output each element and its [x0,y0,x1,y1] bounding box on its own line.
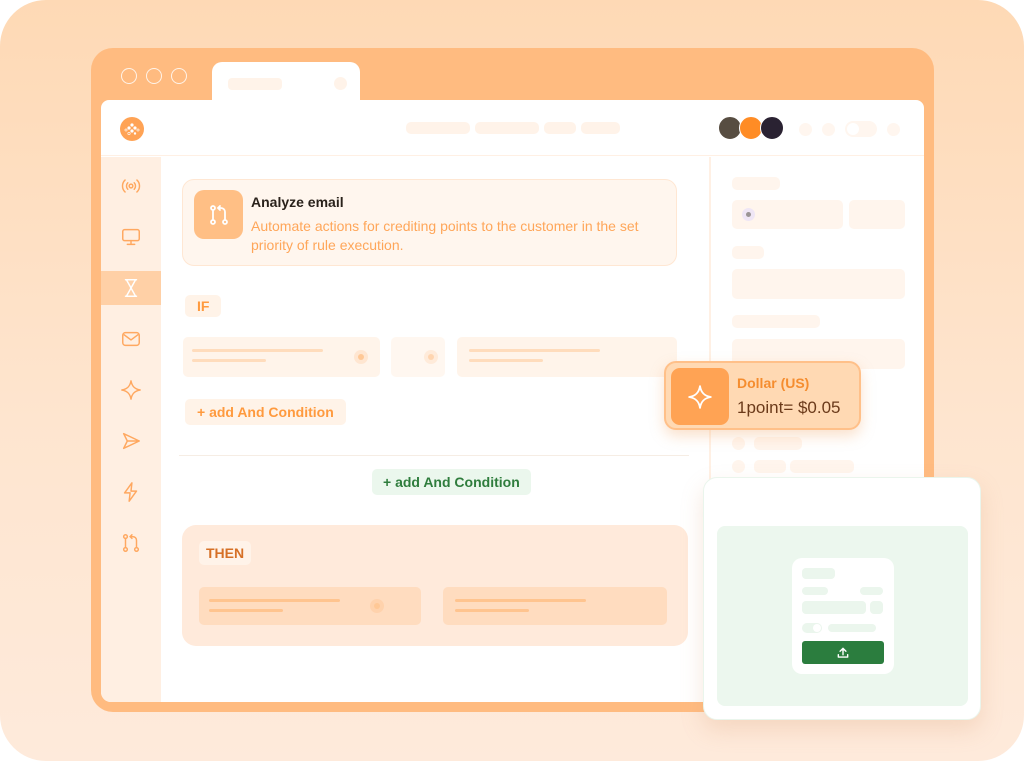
radio-icon [424,350,438,364]
broadcast-icon [121,179,141,193]
help-icon[interactable] [822,122,835,136]
upload-icon [837,647,849,658]
window-control-maximize[interactable] [171,68,187,84]
nav-menu [406,122,620,134]
panel-label [732,177,780,190]
send-icon [122,432,140,450]
rule-icon [194,190,243,239]
notification-icon[interactable] [799,122,812,136]
placeholder-line [802,568,835,579]
action-select[interactable] [199,587,421,625]
status-dot-icon [742,208,755,221]
upload-preview-card [703,477,981,720]
sidebar-item-automation[interactable] [101,475,161,509]
panel-select[interactable] [732,200,843,229]
condition-operator-select[interactable] [391,337,445,377]
panel-label [790,460,854,473]
sidebar-item-branch[interactable] [101,526,161,560]
placeholder-line [469,359,543,362]
upload-button[interactable] [802,641,884,664]
placeholder-input [802,601,866,614]
currency-icon [671,368,729,425]
radio-icon [354,350,368,364]
panel-input[interactable] [849,200,905,229]
then-label: THEN [199,541,252,565]
action-value-input[interactable] [443,587,667,625]
placeholder-line [192,349,323,352]
rule-card[interactable]: Analyze email Automate actions for credi… [182,179,677,266]
toggle-switch[interactable] [802,623,822,633]
rule-description: Automate actions for crediting points to… [251,218,639,253]
nav-item[interactable] [475,122,539,134]
placeholder-line [192,359,266,362]
if-label: IF [185,295,222,317]
browser-tab[interactable] [212,62,360,102]
header-actions [799,121,900,137]
add-and-condition-button[interactable]: + add And Condition [185,399,346,425]
placeholder-line [802,587,828,595]
theme-toggle[interactable] [845,121,877,137]
panel-label [754,437,802,450]
sidebar-item-sparkle[interactable] [101,373,161,407]
panel-label [732,246,764,259]
hourglass-icon [124,279,138,297]
settings-icon[interactable] [887,122,900,136]
git-branch-icon [122,534,140,552]
tab-title-placeholder [228,78,282,90]
sidebar [101,157,161,702]
upload-preview-area [717,526,968,706]
window-controls [121,68,187,84]
placeholder-line [828,624,876,632]
currency-card[interactable]: Dollar (US) 1point= $0.05 [664,361,861,430]
git-branch-icon [209,204,228,225]
tab-close-icon[interactable] [334,77,347,90]
sidebar-item-send[interactable] [101,424,161,458]
sidebar-item-monitor[interactable] [101,220,161,254]
placeholder-input [870,601,883,614]
placeholder-line [209,599,340,602]
mail-icon [122,331,140,347]
sidebar-item-mail[interactable] [101,322,161,356]
mini-form [792,558,894,674]
condition-field-select[interactable] [183,337,380,377]
radio-icon [370,599,384,613]
monitor-icon [122,228,140,246]
panel-label [754,460,786,473]
add-condition-group-button[interactable]: + add And Condition [372,469,531,495]
panel-input[interactable] [732,269,905,299]
avatar-group [718,116,784,140]
window-control-close[interactable] [121,68,137,84]
currency-name: Dollar (US) [737,375,810,391]
nav-item[interactable] [406,122,470,134]
nav-item[interactable] [581,122,620,134]
rule-editor: Analyze email Automate actions for credi… [161,157,709,702]
placeholder-line [455,609,529,612]
sparkle-icon [121,380,141,400]
panel-label [732,315,820,328]
checkbox[interactable] [732,460,745,473]
app-logo-icon[interactable] [120,117,144,141]
sidebar-item-broadcast[interactable] [101,169,161,203]
avatar[interactable] [760,116,784,140]
placeholder-line [455,599,586,602]
then-section: THEN [182,525,688,646]
lightning-icon [123,482,138,502]
rule-title: Analyze email [251,194,344,210]
divider [179,455,689,456]
sparkle-icon [688,384,712,409]
placeholder-line [469,349,600,352]
condition-value-input[interactable] [457,337,677,377]
placeholder-line [860,587,883,595]
sidebar-item-hourglass[interactable] [101,271,161,305]
conversion-rate: 1point= $0.05 [737,398,841,417]
nav-item[interactable] [544,122,576,134]
window-control-minimize[interactable] [146,68,162,84]
checkbox[interactable] [732,437,745,450]
placeholder-line [209,609,283,612]
top-bar [101,100,924,156]
